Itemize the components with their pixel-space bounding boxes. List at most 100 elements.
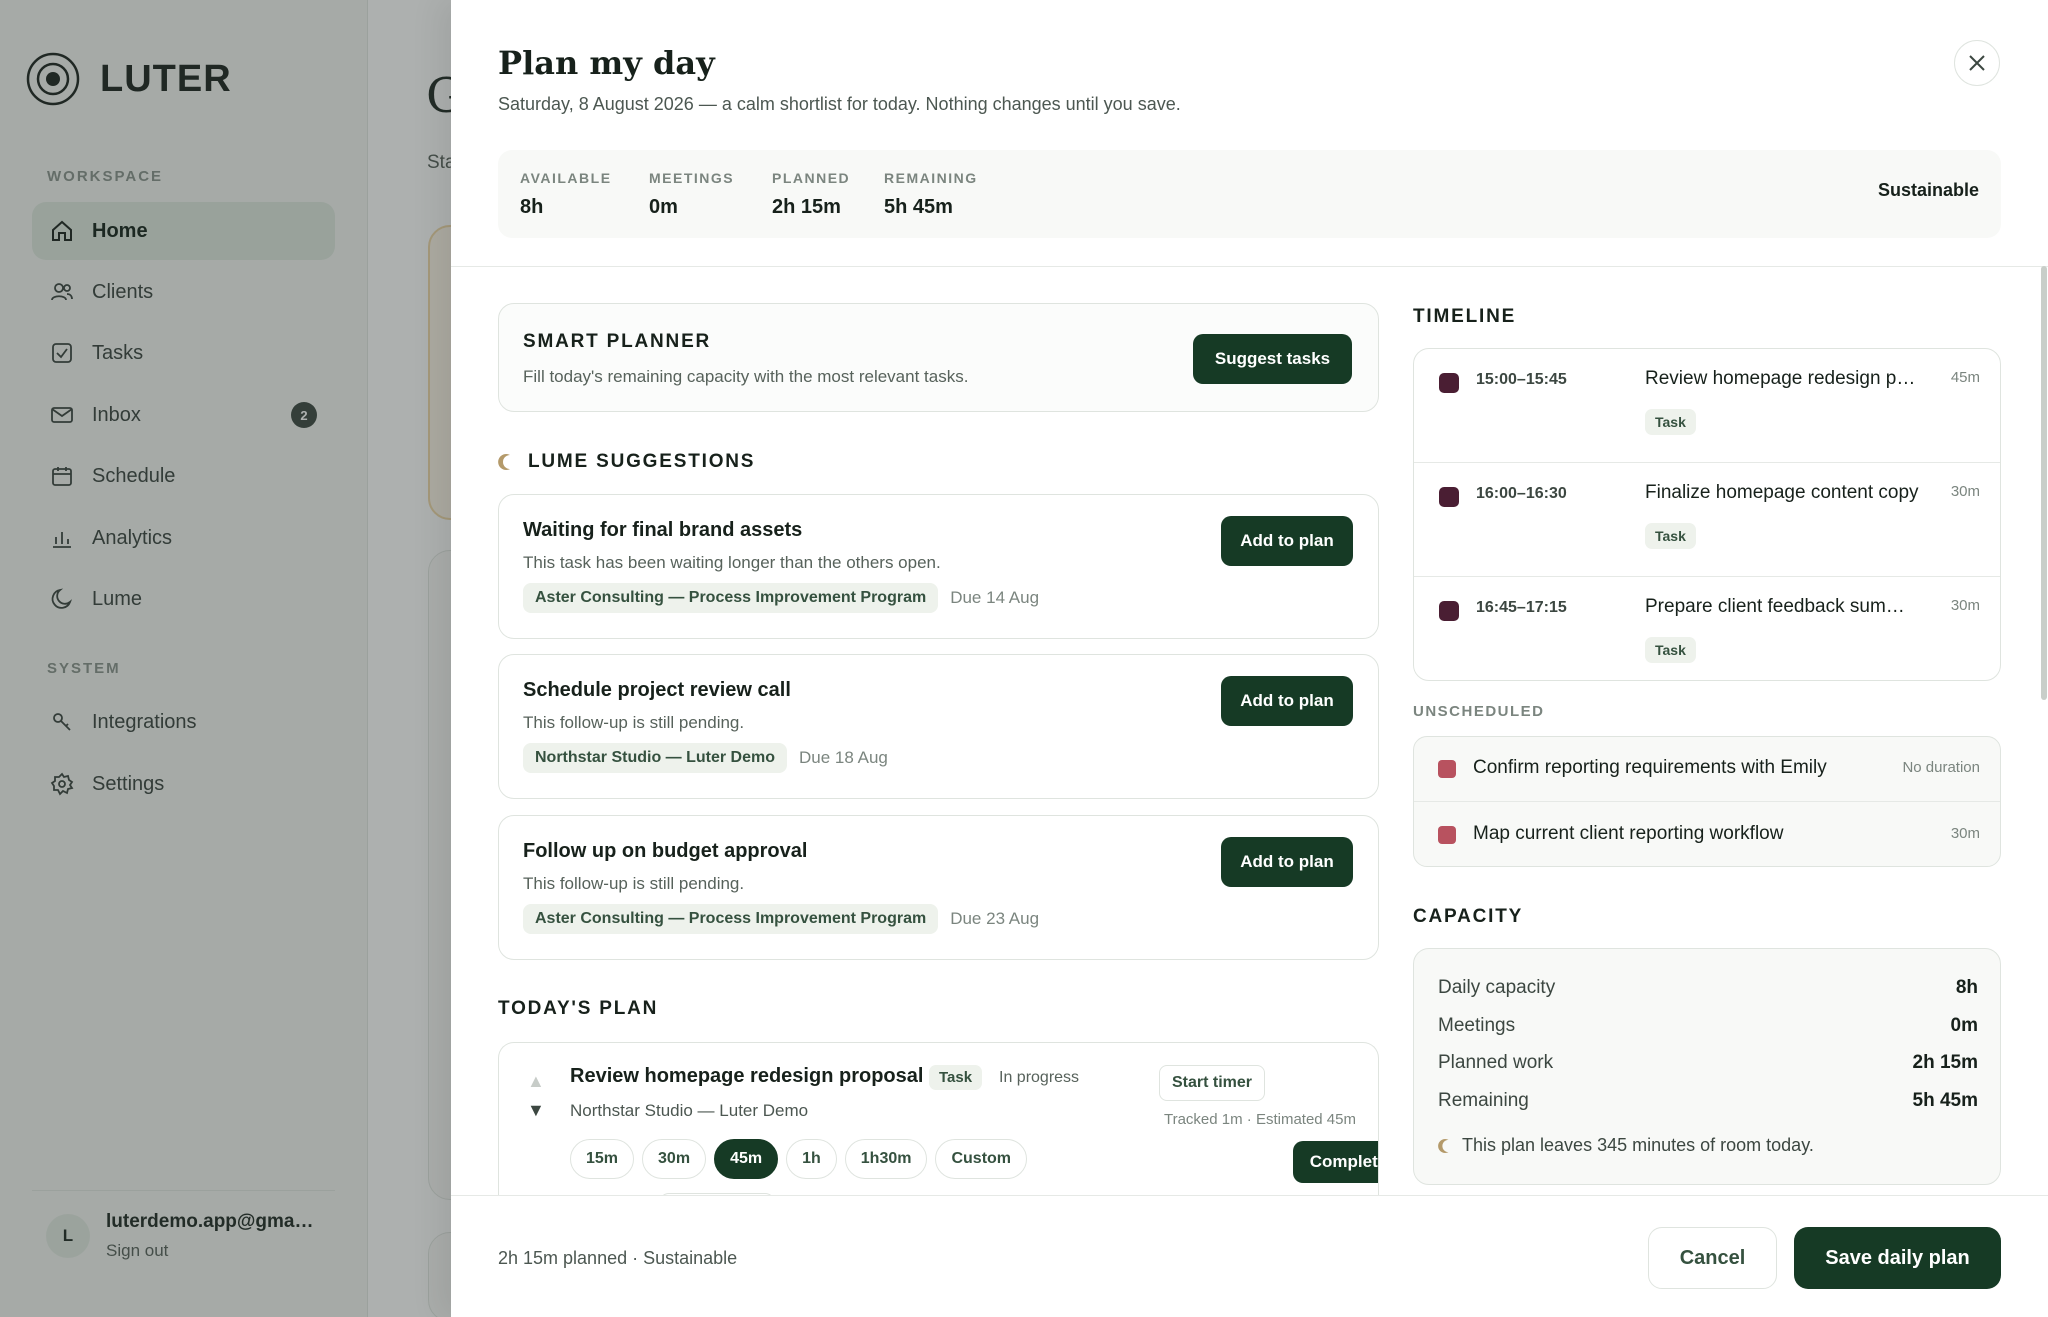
unscheduled-list: Confirm reporting requirements with Emil…	[1413, 736, 2001, 867]
lume-suggestions-heading: LUME SUGGESTIONS	[498, 451, 755, 473]
stat-remaining: REMAINING 5h 45m	[884, 170, 978, 219]
timeline-title: Review homepage redesign proposal	[1645, 368, 1920, 389]
stat-available: AVAILABLE 8h	[520, 170, 612, 219]
timeline-title: Prepare client feedback summary	[1645, 596, 1920, 617]
close-icon	[1969, 55, 1985, 71]
due-date: Due 14 Aug	[950, 588, 1040, 607]
stat-label: MEETINGS	[649, 170, 735, 186]
stat-label: PLANNED	[772, 170, 851, 186]
moon-icon	[1438, 1138, 1449, 1153]
section-title: LUME SUGGESTIONS	[528, 451, 756, 472]
stat-meetings: MEETINGS 0m	[649, 170, 734, 219]
task-tag: Task	[929, 1065, 983, 1090]
duration-option[interactable]: 1h	[786, 1139, 837, 1179]
timeline-time: 15:00–15:45	[1476, 371, 1567, 388]
duration-option[interactable]: 1h30m	[844, 1139, 928, 1179]
unscheduled-duration: 30m	[1950, 825, 1980, 842]
plan-status: Sustainable	[1877, 180, 1979, 200]
suggestion-desc: This follow-up is still pending.	[523, 874, 745, 893]
reorder-controls: ▲ ▼	[527, 1071, 545, 1121]
stat-label: REMAINING	[884, 170, 978, 186]
timeline-duration: 30m	[1950, 597, 1980, 614]
duration-option-selected[interactable]: 45m	[714, 1139, 779, 1179]
duration-options: 15m 30m 45m 1h 1h30m Custom	[570, 1139, 1028, 1179]
suggest-tasks-button[interactable]: Suggest tasks	[1193, 334, 1352, 384]
timeline-row[interactable]: 16:45–17:15 Prepare client feedback summ…	[1414, 577, 2000, 680]
capacity-label: Planned work	[1438, 1052, 1554, 1073]
suggestion-title: Schedule project review call	[523, 679, 791, 701]
timeline-duration: 45m	[1950, 369, 1980, 386]
duration-option[interactable]: 30m	[642, 1139, 707, 1179]
timeline-title: Finalize homepage content copy	[1645, 482, 1919, 503]
capacity-label: Meetings	[1438, 1015, 1516, 1036]
suggestion-title: Waiting for final brand assets	[523, 519, 803, 541]
add-to-plan-button[interactable]: Add to plan	[1221, 516, 1353, 566]
plan-item-card: ▲ ▼ Review homepage redesign proposal Ta…	[498, 1042, 1379, 1212]
move-down-icon[interactable]: ▼	[527, 1100, 545, 1121]
stat-label: AVAILABLE	[520, 170, 612, 186]
event-color-dot	[1439, 487, 1459, 507]
move-up-icon[interactable]: ▲	[527, 1071, 545, 1092]
due-date: Due 18 Aug	[799, 748, 888, 767]
event-color-dot	[1438, 826, 1456, 844]
capacity-row: Daily capacity 8h	[1438, 977, 1978, 999]
timeline-duration: 30m	[1950, 483, 1980, 500]
add-to-plan-button[interactable]: Add to plan	[1221, 837, 1353, 887]
smart-planner-desc: Fill today's remaining capacity with the…	[523, 367, 969, 386]
due-date: Due 23 Aug	[950, 909, 1040, 928]
close-button[interactable]	[1954, 40, 2000, 86]
capacity-label: Daily capacity	[1438, 977, 1556, 998]
unscheduled-row[interactable]: Map current client reporting workflow 30…	[1414, 803, 2000, 866]
timeline-time: 16:00–16:30	[1476, 485, 1567, 502]
save-daily-plan-button[interactable]: Save daily plan	[1794, 1227, 2001, 1289]
drawer-subtitle: Saturday, 8 August 2026 — a calm shortli…	[498, 94, 1181, 114]
capacity-value: 2h 15m	[1912, 1052, 1978, 1073]
scrollbar[interactable]	[2041, 266, 2047, 700]
suggestion-meta: Aster Consulting — Process Improvement P…	[523, 904, 1039, 934]
suggestion-meta: Northstar Studio — Luter Demo Due 18 Aug	[523, 743, 888, 773]
duration-option[interactable]: 15m	[570, 1139, 635, 1179]
plan-item-client: Northstar Studio — Luter Demo	[570, 1101, 809, 1120]
capacity-row: Planned work 2h 15m	[1438, 1052, 1978, 1074]
event-color-dot	[1438, 760, 1456, 778]
event-color-dot	[1439, 373, 1459, 393]
capacity-value: 0m	[1950, 1015, 1978, 1036]
plan-my-day-drawer: Plan my day Saturday, 8 August 2026 — a …	[451, 0, 2048, 1317]
suggestion-card: Follow up on budget approval This follow…	[498, 815, 1379, 960]
capacity-value: 8h	[1955, 977, 1978, 998]
task-tag: Task	[1645, 523, 1696, 549]
capacity-heading: CAPACITY	[1413, 906, 1524, 927]
drawer-title: Plan my day	[498, 44, 715, 82]
add-to-plan-button[interactable]: Add to plan	[1221, 676, 1353, 726]
timeline-time: 16:45–17:15	[1476, 599, 1567, 616]
plan-item-title: Review homepage redesign proposal	[570, 1065, 924, 1087]
duration-option[interactable]: Custom	[935, 1139, 1028, 1179]
capacity-label: Remaining	[1438, 1090, 1529, 1111]
capacity-card: Daily capacity 8h Meetings 0m Planned wo…	[1413, 948, 2001, 1185]
suggestion-meta: Aster Consulting — Process Improvement P…	[523, 583, 1039, 613]
unscheduled-heading: UNSCHEDULED	[1413, 703, 1545, 720]
suggestion-desc: This follow-up is still pending.	[523, 713, 745, 732]
timeline-row[interactable]: 16:00–16:30 Finalize homepage content co…	[1414, 463, 2000, 577]
suggestion-title: Follow up on budget approval	[523, 840, 808, 862]
cancel-button[interactable]: Cancel	[1648, 1227, 1777, 1289]
suggestion-card: Schedule project review call This follow…	[498, 654, 1379, 799]
capacity-row: Meetings 0m	[1438, 1015, 1978, 1037]
stat-planned: PLANNED 2h 15m	[772, 170, 850, 219]
capacity-note: This plan leaves 345 minutes of room tod…	[1438, 1135, 1814, 1156]
divider	[451, 266, 2048, 267]
complete-button[interactable]: Complete	[1293, 1141, 1378, 1183]
suggestion-card: Waiting for final brand assets This task…	[498, 494, 1379, 639]
moon-icon	[498, 454, 510, 470]
unscheduled-row[interactable]: Confirm reporting requirements with Emil…	[1414, 737, 2000, 802]
plan-summary: 2h 15m planned · Sustainable	[498, 1248, 738, 1268]
stat-value: 5h 45m	[884, 196, 953, 218]
unscheduled-title: Map current client reporting workflow	[1473, 823, 1784, 844]
start-timer-button[interactable]: Start timer	[1159, 1065, 1266, 1101]
capacity-row: Remaining 5h 45m	[1438, 1090, 1978, 1112]
smart-planner-card: SMART PLANNER Fill today's remaining cap…	[498, 303, 1379, 412]
timeline-row[interactable]: 15:00–15:45 Review homepage redesign pro…	[1414, 349, 2000, 463]
client-chip: Aster Consulting — Process Improvement P…	[523, 904, 939, 934]
suggestion-desc: This task has been waiting longer than t…	[523, 553, 941, 572]
tracked-time: Tracked 1m · Estimated 45m	[1163, 1111, 1356, 1128]
